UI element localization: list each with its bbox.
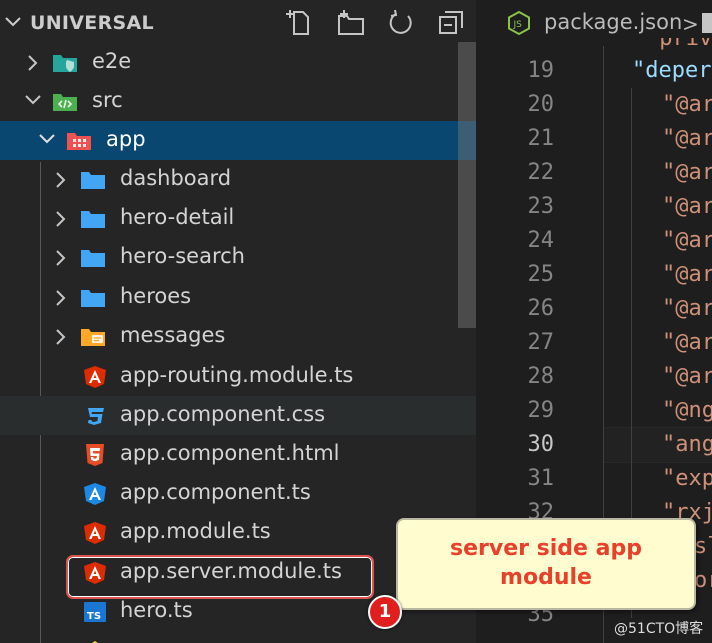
code-line[interactable]: "@ar bbox=[662, 262, 712, 287]
tree-item-label: hero-search bbox=[120, 244, 245, 268]
new-file-icon[interactable] bbox=[286, 8, 316, 38]
code-line[interactable]: "ang bbox=[662, 432, 712, 457]
tree-item-app-component-css[interactable]: app.component.css bbox=[0, 396, 476, 435]
nodejs-icon: JS bbox=[508, 10, 530, 36]
angular-icon bbox=[84, 366, 106, 388]
refresh-icon[interactable] bbox=[386, 8, 416, 38]
code-line[interactable]: "@ar bbox=[662, 364, 712, 389]
line-number: 19 bbox=[527, 58, 555, 83]
chevron-down-icon[interactable] bbox=[4, 13, 22, 31]
tree-item-label: dashboard bbox=[120, 166, 232, 190]
line-number: 23 bbox=[527, 194, 555, 219]
tree-item-label: hero.ts bbox=[120, 598, 193, 622]
tree-item-app[interactable]: app bbox=[0, 121, 476, 160]
breadcrumb-file[interactable]: package.json bbox=[544, 10, 682, 34]
tree-item-label: messages bbox=[120, 323, 226, 347]
explorer-scrollbar[interactable] bbox=[458, 42, 476, 328]
folder-icon bbox=[81, 172, 105, 189]
breadcrumb-separator: > bbox=[682, 12, 699, 36]
chevron-right-icon bbox=[56, 172, 66, 188]
typescript-icon: TS bbox=[84, 602, 106, 622]
angular-component-icon bbox=[84, 483, 106, 505]
css-icon bbox=[88, 408, 104, 425]
folder-icon bbox=[81, 250, 105, 267]
tree-item-e2e[interactable]: e2e bbox=[0, 43, 476, 82]
tree-item-label: e2e bbox=[92, 49, 132, 73]
tree-item-label: app.component.html bbox=[120, 441, 340, 465]
svg-text:JS: JS bbox=[513, 20, 523, 30]
folder-app-icon bbox=[67, 133, 91, 150]
tree-item-label: app.component.ts bbox=[120, 480, 311, 504]
code-line[interactable]: "deper bbox=[632, 58, 711, 83]
code-line[interactable]: "@ng bbox=[662, 398, 712, 423]
tree-item-label: app bbox=[106, 127, 146, 151]
html-icon bbox=[86, 444, 104, 466]
explorer-title[interactable]: UNIVERSAL bbox=[30, 12, 154, 34]
folder-src-icon bbox=[53, 94, 77, 111]
tree-item-src[interactable]: src bbox=[0, 82, 476, 121]
svg-text:TS: TS bbox=[87, 611, 101, 622]
tree-item-messages[interactable]: messages bbox=[0, 317, 476, 356]
code-line[interactable]: "@ar bbox=[662, 194, 712, 219]
line-number: 21 bbox=[527, 126, 555, 151]
callout-box: server side app module bbox=[396, 518, 696, 610]
line-number-current: 30 bbox=[527, 432, 555, 457]
breadcrumb-symbol-icon[interactable] bbox=[702, 13, 712, 33]
code-line[interactable]: "@ar bbox=[662, 126, 712, 151]
chevron-right-icon bbox=[56, 250, 66, 266]
code-line[interactable]: "@ar bbox=[662, 92, 712, 117]
line-number: 24 bbox=[527, 228, 555, 253]
folder-messages-icon bbox=[81, 329, 105, 346]
chevron-right-icon bbox=[56, 211, 66, 227]
tree-item-dashboard[interactable]: dashboard bbox=[0, 160, 476, 199]
code-line[interactable]: "@ar bbox=[662, 330, 712, 355]
tree-item-label: hero-detail bbox=[120, 205, 235, 229]
chevron-right-icon bbox=[56, 290, 66, 306]
line-number: 28 bbox=[527, 364, 555, 389]
line-number: 26 bbox=[527, 296, 555, 321]
code-line[interactable]: or bbox=[694, 568, 712, 593]
line-number: 25 bbox=[527, 262, 555, 287]
watermark: @51CTO博客 bbox=[614, 621, 704, 637]
code-line[interactable]: "@ar bbox=[662, 228, 712, 253]
chevron-down-icon bbox=[25, 95, 41, 105]
code-line[interactable]: "exp bbox=[662, 466, 712, 491]
tree-item-app-component-ts[interactable]: app.component.ts bbox=[0, 474, 476, 513]
tree-item-partial[interactable] bbox=[0, 631, 476, 643]
line-number: 31 bbox=[527, 466, 555, 491]
highlight-box bbox=[66, 555, 374, 599]
tree-item-label: src bbox=[92, 88, 123, 112]
chevron-right-icon bbox=[56, 329, 66, 345]
folder-icon bbox=[81, 211, 105, 228]
step-badge: 1 bbox=[368, 595, 402, 629]
line-number: 27 bbox=[527, 330, 555, 355]
folder-icon bbox=[81, 290, 105, 307]
line-number: 20 bbox=[527, 92, 555, 117]
tree-item-label: app.component.css bbox=[120, 402, 326, 426]
code-line[interactable]: "@ar bbox=[662, 296, 712, 321]
chevron-down-icon bbox=[39, 134, 55, 144]
angular-icon bbox=[84, 522, 106, 544]
line-number: 29 bbox=[527, 398, 555, 423]
file-icon bbox=[92, 641, 98, 643]
collapse-all-icon[interactable] bbox=[436, 8, 466, 38]
code-line[interactable]: sl bbox=[694, 534, 712, 559]
chevron-right-icon bbox=[28, 55, 38, 71]
code-line[interactable]: "@ar bbox=[662, 160, 712, 185]
line-number: 22 bbox=[527, 160, 555, 185]
tree-item-label: heroes bbox=[120, 284, 192, 308]
explorer-header: UNIVERSAL bbox=[0, 0, 476, 46]
tree-item-label: app.module.ts bbox=[120, 519, 271, 543]
tree-item-heroes[interactable]: heroes bbox=[0, 278, 476, 317]
callout-text: server side app module bbox=[450, 536, 642, 590]
folder-e2e-icon bbox=[53, 55, 77, 72]
tree-item-app-component-html[interactable]: app.component.html bbox=[0, 435, 476, 474]
tree-item-app-routing-module[interactable]: app-routing.module.ts bbox=[0, 357, 476, 396]
tree-item-label: app-routing.module.ts bbox=[120, 363, 354, 387]
tree-item-hero-search[interactable]: hero-search bbox=[0, 238, 476, 277]
new-folder-icon[interactable] bbox=[336, 8, 366, 38]
tree-item-hero-detail[interactable]: hero-detail bbox=[0, 199, 476, 238]
